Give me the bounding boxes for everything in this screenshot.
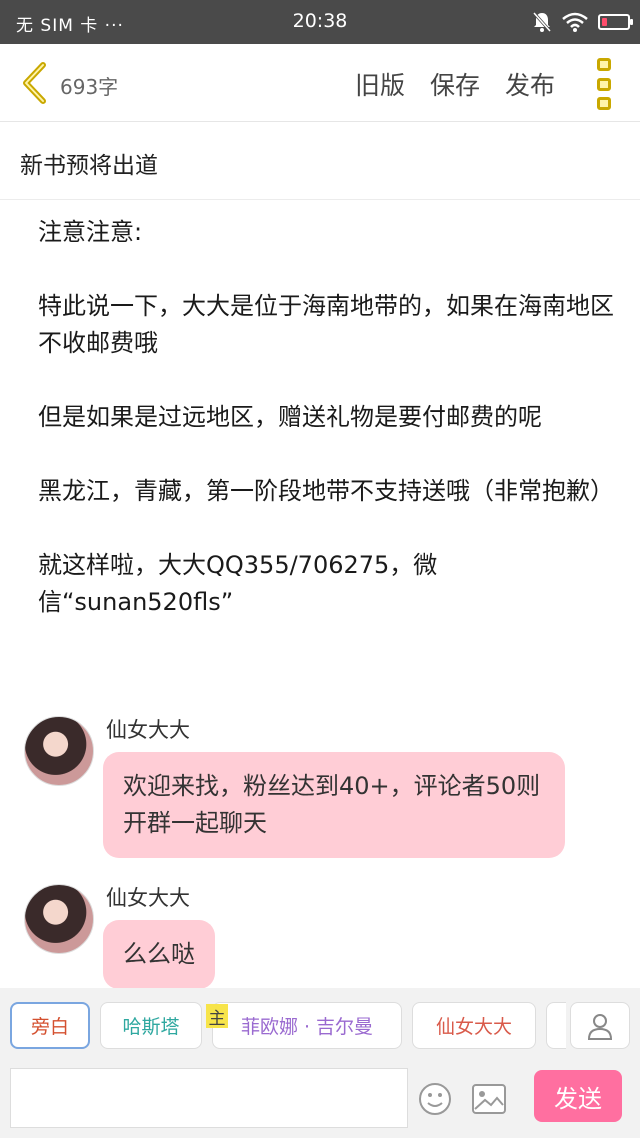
more-dot xyxy=(597,97,611,110)
role-tab-fiona[interactable]: 菲欧娜 · 吉尔曼 xyxy=(212,1002,402,1049)
content-paragraph: 但是如果是过远地区，赠送礼物是要付邮费的呢 xyxy=(38,403,542,431)
role-tab-fairy[interactable]: 仙女大大 xyxy=(412,1002,536,1049)
role-tab-hastur[interactable]: 哈斯塔 xyxy=(100,1002,202,1049)
chat-message: 仙女大大 欢迎来找，粉丝达到40+，评论者50则开群一起聊天 xyxy=(24,716,624,858)
message-input[interactable] xyxy=(10,1068,408,1128)
content-paragraph: 就这样啦，大大QQ355/706275，微信“sunan520fls” xyxy=(38,551,438,616)
content-paragraph: 注意注意: xyxy=(38,218,143,246)
more-dot xyxy=(597,58,611,71)
content-paragraph: 黑龙江，青藏，第一阶段地带不支持送哦（非常抱歉） xyxy=(38,477,614,505)
chevron-left-icon xyxy=(23,62,46,104)
sender-name: 仙女大大 xyxy=(106,886,190,910)
battery-level xyxy=(602,18,607,26)
more-dot xyxy=(597,77,611,91)
save-button[interactable]: 保存 xyxy=(430,66,480,102)
image-icon[interactable] xyxy=(471,1083,507,1115)
status-bar: 无 SIM 卡 ··· 20:38 xyxy=(0,0,640,44)
person-icon xyxy=(587,1013,613,1040)
role-tab-partial[interactable] xyxy=(546,1002,566,1049)
mute-bell-icon xyxy=(532,12,552,32)
compose-bar: 旁白 哈斯塔 菲欧娜 · 吉尔曼 主 仙女大大 发送 xyxy=(0,988,640,1138)
battery-icon xyxy=(598,14,633,30)
avatar[interactable] xyxy=(24,884,94,954)
role-tab-narrator[interactable]: 旁白 xyxy=(10,1002,90,1049)
send-button[interactable]: 发送 xyxy=(534,1070,622,1122)
status-icons xyxy=(532,10,633,34)
avatar[interactable] xyxy=(24,716,94,786)
chat-message: 仙女大大 么么哒 xyxy=(24,884,624,989)
more-vertical-icon[interactable] xyxy=(592,58,616,110)
content-body: 注意注意: 特此说一下，大大是位于海南地带的，如果在海南地区不收邮费哦 但是如果… xyxy=(38,214,618,658)
back-button[interactable] xyxy=(14,60,54,106)
content-paragraph: 特此说一下，大大是位于海南地带的，如果在海南地区不收邮费哦 xyxy=(38,292,614,357)
chapter-title[interactable]: 新书预将出道 xyxy=(20,146,158,180)
publish-button[interactable]: 发布 xyxy=(505,66,555,102)
character-manager-button[interactable] xyxy=(570,1002,630,1049)
chapter-title-bar[interactable]: 新书预将出道 xyxy=(0,122,640,200)
editor-toolbar: 693字 旧版 保存 发布 xyxy=(0,44,640,122)
message-bubble[interactable]: 么么哒 xyxy=(103,920,215,989)
message-bubble[interactable]: 欢迎来找，粉丝达到40+，评论者50则开群一起聊天 xyxy=(103,752,565,858)
emoji-icon[interactable] xyxy=(418,1082,452,1116)
host-badge: 主 xyxy=(206,1004,228,1029)
wifi-icon xyxy=(562,12,588,32)
word-count: 693字 xyxy=(60,75,119,99)
sender-name: 仙女大大 xyxy=(106,718,190,742)
old-version-button[interactable]: 旧版 xyxy=(355,66,405,102)
